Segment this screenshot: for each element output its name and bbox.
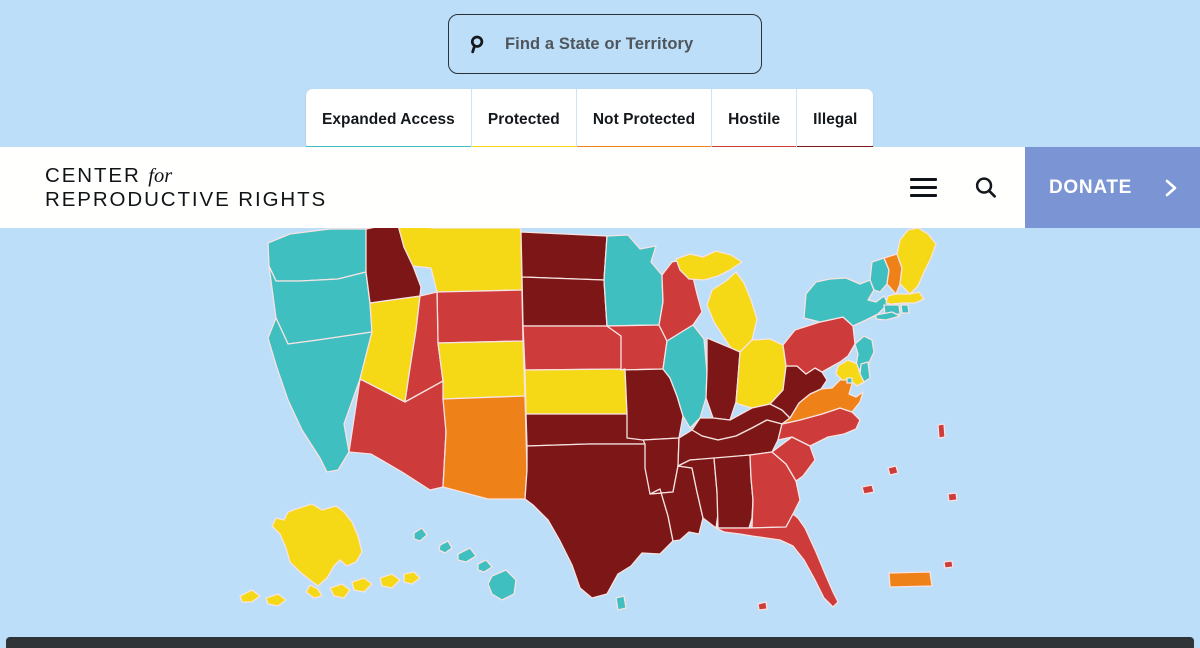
legend-tab-label: Expanded Access: [322, 110, 455, 128]
state-in[interactable]: [705, 337, 741, 421]
territory-islands-3[interactable]: [887, 465, 899, 476]
state-nm[interactable]: [442, 395, 528, 500]
site-header: CENTER for REPRODUCTIVE RIGHTS DONATE: [0, 147, 1200, 228]
donate-button[interactable]: DONATE: [1025, 147, 1200, 228]
legend-tab-expanded-access[interactable]: Expanded Access: [306, 89, 472, 150]
legend-tab-illegal[interactable]: Illegal: [797, 89, 874, 150]
territory-islands-5[interactable]: [757, 601, 768, 611]
bottom-dark-bar: [6, 637, 1194, 648]
territory-islands-2[interactable]: [861, 484, 875, 495]
legend-tab-protected[interactable]: Protected: [471, 89, 577, 150]
territory-vi[interactable]: [943, 560, 954, 569]
state-ma[interactable]: [885, 291, 925, 305]
hamburger-menu-icon[interactable]: [901, 166, 945, 210]
state-al[interactable]: [713, 454, 754, 529]
state-mn[interactable]: [603, 234, 664, 327]
legend-tab-label: Protected: [487, 110, 560, 128]
donate-button-label: DONATE: [1049, 176, 1133, 198]
state-ak[interactable]: [239, 503, 421, 607]
state-nd[interactable]: [520, 231, 608, 281]
state-wa[interactable]: [267, 228, 372, 282]
logo-line-1: CENTER for: [45, 163, 173, 187]
map-legend-tabs[interactable]: Expanded Access Protected Not Protected …: [306, 89, 874, 150]
search-icon: [467, 33, 489, 55]
header-actions: DONATE: [901, 147, 1200, 228]
territory-islands-1[interactable]: [937, 423, 946, 439]
logo-for-word: for: [148, 164, 173, 187]
state-ks[interactable]: [524, 368, 628, 415]
find-state-search-box[interactable]: [448, 14, 762, 74]
logo-line-2: REPRODUCTIVE RIGHTS: [45, 188, 328, 211]
legend-tab-not-protected[interactable]: Not Protected: [576, 89, 713, 150]
state-hi[interactable]: [413, 527, 517, 601]
legend-tab-label: Illegal: [813, 110, 858, 128]
search-input[interactable]: [505, 34, 755, 54]
search-icon[interactable]: [963, 166, 1007, 210]
state-me[interactable]: [896, 227, 937, 295]
territory-islands-6[interactable]: [615, 595, 627, 611]
state-ne[interactable]: [522, 325, 626, 371]
legend-tab-label: Hostile: [728, 110, 781, 128]
state-wy[interactable]: [436, 289, 524, 344]
map-page: Expanded Access Protected Not Protected …: [0, 0, 1200, 648]
state-fl[interactable]: [715, 513, 839, 608]
site-logo[interactable]: CENTER for REPRODUCTIVE RIGHTS: [45, 164, 327, 212]
legend-tab-label: Not Protected: [592, 110, 696, 128]
state-dc[interactable]: [846, 377, 853, 384]
state-co[interactable]: [437, 340, 526, 400]
map-states-group: [239, 224, 958, 611]
legend-tab-hostile[interactable]: Hostile: [712, 89, 798, 150]
chevron-right-icon: [1164, 178, 1178, 198]
territory-pr[interactable]: [888, 571, 933, 588]
state-sd[interactable]: [521, 276, 608, 327]
state-ri[interactable]: [900, 304, 910, 314]
territory-islands-4[interactable]: [947, 492, 958, 502]
state-mi[interactable]: [706, 271, 758, 353]
